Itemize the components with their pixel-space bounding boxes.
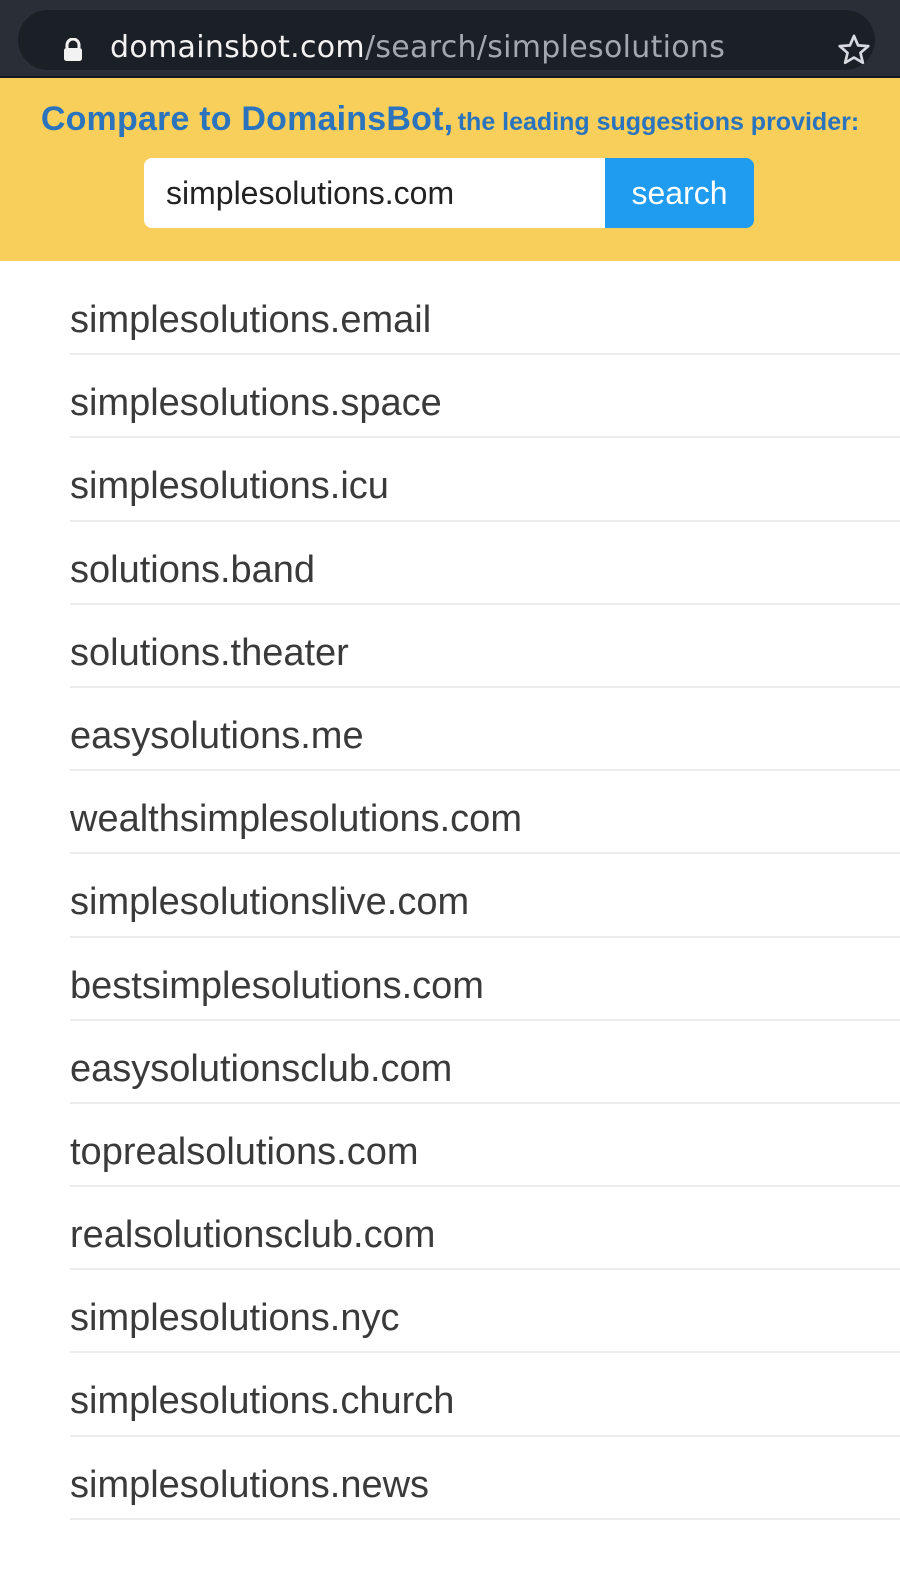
list-item: easysolutionsclub.com (70, 1021, 900, 1104)
lock-icon (64, 38, 82, 61)
list-item: toprealsolutions.com (70, 1104, 900, 1188)
address-bar[interactable]: domainsbot.com/search/simplesolutions (18, 10, 875, 70)
domain-suggestion-link[interactable]: simplesolutions.nyc (70, 1270, 900, 1340)
list-item: wealthsimplesolutions.com (70, 771, 900, 855)
compare-banner: Compare to DomainsBot, the leading sugge… (0, 78, 900, 261)
list-item: simplesolutions.space (70, 355, 900, 439)
domain-suggestion-link[interactable]: solutions.theater (70, 605, 900, 675)
list-item: realsolutionsclub.com (70, 1187, 900, 1271)
list-item: simplesolutions.nyc (70, 1270, 900, 1354)
domain-suggestion-link[interactable]: realsolutionsclub.com (70, 1187, 900, 1257)
domain-suggestion-link[interactable]: simplesolutions.church (70, 1353, 900, 1423)
domain-suggestion-link[interactable]: solutions.band (70, 522, 900, 592)
domain-suggestion-link[interactable]: bestsimplesolutions.com (70, 938, 900, 1008)
list-item: simplesolutions.news (70, 1437, 900, 1520)
search-button[interactable]: search (605, 158, 754, 228)
star-icon[interactable] (836, 32, 872, 68)
url-path: /search/simplesolutions (364, 30, 726, 65)
domain-suggestion-link[interactable]: simplesolutions.email (70, 272, 900, 342)
domain-suggestions-list: simplesolutions.email simplesolutions.sp… (70, 272, 900, 1520)
domain-suggestion-link[interactable]: wealthsimplesolutions.com (70, 771, 900, 841)
domain-search-input[interactable] (144, 158, 606, 228)
list-item: simplesolutionslive.com (70, 854, 900, 938)
list-item: simplesolutions.icu (70, 438, 900, 522)
url-text[interactable]: domainsbot.com/search/simplesolutions (110, 28, 725, 68)
domain-suggestion-link[interactable]: simplesolutionslive.com (70, 854, 900, 924)
list-item: solutions.band (70, 522, 900, 605)
domain-suggestion-link[interactable]: toprealsolutions.com (70, 1104, 900, 1174)
domain-suggestion-link[interactable]: easysolutions.me (70, 688, 900, 758)
domain-suggestion-link[interactable]: simplesolutions.space (70, 355, 900, 425)
domain-suggestion-link[interactable]: easysolutionsclub.com (70, 1021, 900, 1091)
banner-heading-brand: Compare to DomainsBot, (40, 100, 454, 138)
banner-heading: Compare to DomainsBot, the leading sugge… (0, 100, 900, 139)
list-item: easysolutions.me (70, 688, 900, 772)
list-item: simplesolutions.church (70, 1353, 900, 1437)
domain-suggestion-link[interactable]: simplesolutions.news (70, 1437, 900, 1507)
browser-toolbar: domainsbot.com/search/simplesolutions (0, 0, 900, 78)
banner-heading-subtitle: the leading suggestions provider: (457, 108, 860, 136)
list-item: solutions.theater (70, 605, 900, 688)
url-domain: domainsbot.com (110, 30, 365, 65)
domain-suggestion-link[interactable]: simplesolutions.icu (70, 438, 900, 508)
list-item: bestsimplesolutions.com (70, 938, 900, 1021)
list-item: simplesolutions.email (70, 272, 900, 356)
